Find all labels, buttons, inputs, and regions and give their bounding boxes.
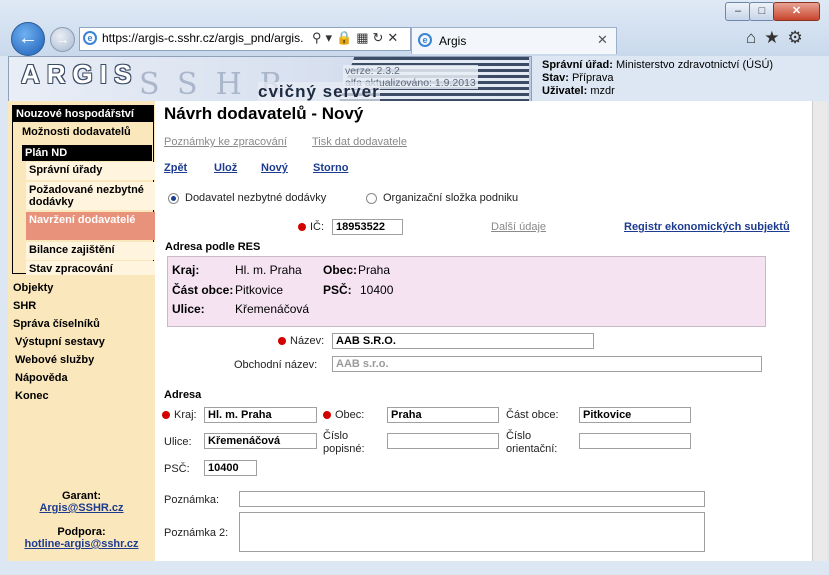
radio-organizacni-label: Organizační složka podniku (383, 192, 519, 204)
required-dot (162, 411, 170, 419)
cast-obce-label: Část obce: (506, 409, 559, 421)
sidebar-item-ciselniky[interactable]: Správa číselníků (13, 318, 100, 330)
sidebar-item-objekty[interactable]: Objekty (13, 282, 53, 294)
note-input[interactable] (239, 491, 705, 507)
save-button[interactable]: Ulož (214, 162, 237, 174)
close-window-button[interactable]: ✕ (773, 2, 820, 21)
res-address-box: Kraj: Hl. m. Praha Obec: Praha Část obce… (167, 256, 766, 327)
browser-chrome: – □ ✕ ← → e https://argis-c.sshr.cz/argi… (0, 0, 829, 56)
obec-input[interactable] (387, 407, 499, 423)
sidebar-item-navrzeni[interactable]: Navržení dodavatelé (26, 212, 155, 240)
sidebar-item-webove-sluzby[interactable]: Webové služby (15, 354, 94, 366)
minimize-button[interactable]: – (725, 2, 751, 21)
server-label: cvičný server (258, 82, 380, 102)
support-block: Podpora: hotline-argis@sshr.cz (8, 526, 155, 550)
sidebar-section-plan-nd[interactable]: Plán ND (22, 145, 152, 161)
ic-label: IČ: (310, 221, 325, 233)
cislo-orientacni-label: Číslo orientační: (506, 430, 558, 455)
sidebar-menu-box: Nouzové hospodářství Možnosti dodavatelů… (12, 105, 155, 275)
ic-input[interactable] (332, 219, 403, 235)
res-cast-value: Pitkovice (235, 283, 284, 297)
main-content: Návrh dodavatelů - Nový Poznámky ke zpra… (155, 101, 812, 561)
required-dot (298, 223, 306, 231)
radio-organizacni-slozka[interactable] (366, 193, 377, 204)
argis-logo: ARGIS (21, 59, 139, 89)
ie-icon: e (418, 33, 432, 47)
support-email-link[interactable]: hotline-argis@sshr.cz (8, 538, 155, 550)
ulice-label: Ulice: (164, 436, 192, 448)
browser-toolbar-icons[interactable]: ⌂★⚙ (746, 28, 811, 48)
sidebar-section-nouzove[interactable]: Nouzové hospodářství (13, 106, 153, 122)
kraj-input[interactable] (204, 407, 317, 423)
radio-dodavatel-label: Dodavatel nezbytné dodávky (185, 192, 327, 204)
back-button[interactable]: Zpět (164, 162, 187, 174)
sidebar: Nouzové hospodářství Možnosti dodavatelů… (8, 101, 155, 561)
res-ulice-value: Křemenáčová (235, 302, 310, 316)
cislo-popisne-label: Číslo popisné: (323, 430, 365, 455)
maximize-button[interactable]: □ (749, 2, 775, 21)
address-bar[interactable]: e https://argis-c.sshr.cz/argis_pnd/argi… (79, 27, 411, 51)
vertical-scrollbar[interactable] (812, 101, 827, 561)
new-button[interactable]: Nový (261, 162, 288, 174)
cancel-button[interactable]: Storno (313, 162, 348, 174)
sidebar-item-bilance[interactable]: Bilance zajištění (26, 242, 155, 260)
sidebar-item-pozadovane[interactable]: Požadované nezbytné dodávky (26, 182, 155, 210)
sidebar-item-sestavy[interactable]: Výstupní sestavy (15, 336, 105, 348)
sidebar-item-shr[interactable]: SHR (13, 300, 36, 312)
sidebar-item-spravni-urady[interactable]: Správní úřady (26, 162, 155, 180)
notes-link[interactable]: Poznámky ke zpracování (164, 136, 287, 148)
star-icon[interactable]: ★ (764, 28, 787, 47)
name-input[interactable] (332, 333, 594, 349)
cast-obce-input[interactable] (579, 407, 691, 423)
registry-link[interactable]: Registr ekonomických subjektů (624, 221, 790, 233)
trade-name-label: Obchodní název: (234, 359, 318, 371)
note-label: Poznámka: (164, 494, 220, 506)
sidebar-item-moznosti[interactable]: Možnosti dodavatelů (22, 126, 131, 138)
note2-textarea[interactable] (239, 512, 705, 552)
address-bar-icons[interactable]: ⚲▾🔒▦↻✕ (312, 30, 402, 46)
psc-input[interactable] (204, 460, 257, 476)
garant-email-link[interactable]: Argis@SSHR.cz (8, 502, 155, 514)
garant-block: Garant: Argis@SSHR.cz (8, 490, 155, 514)
address-title: Adresa (164, 389, 202, 401)
name-label: Název: (290, 335, 325, 347)
ie-icon: e (83, 31, 97, 45)
cislo-orientacni-input[interactable] (579, 433, 691, 449)
forward-arrow-icon[interactable]: → (50, 27, 75, 52)
trade-name-input[interactable] (332, 356, 762, 372)
sidebar-item-napoveda[interactable]: Nápověda (15, 372, 68, 384)
app-banner: SSHR ARGIS verze: 2.3.2 alfa aktualizován… (8, 56, 532, 103)
note2-label: Poznámka 2: (164, 527, 229, 539)
psc-label: PSČ: (164, 463, 190, 475)
home-icon[interactable]: ⌂ (746, 28, 764, 47)
sidebar-item-stav[interactable]: Stav zpracování (26, 261, 155, 275)
user-info: Správní úřad: Ministerstvo zdravotnictví… (542, 59, 774, 97)
close-tab-icon[interactable]: ✕ (597, 32, 608, 48)
res-kraj-value: Hl. m. Praha (235, 263, 302, 277)
browser-tab[interactable]: e Argis ✕ (411, 27, 617, 54)
page-title: Návrh dodavatelů - Nový (164, 104, 364, 123)
url-text[interactable]: https://argis-c.sshr.cz/argis_pnd/argis. (102, 31, 303, 45)
res-address-title: Adresa podle RES (165, 241, 261, 253)
obec-label: Obec: (335, 409, 365, 421)
cislo-popisne-input[interactable] (387, 433, 499, 449)
kraj-label: Kraj: (174, 409, 197, 421)
more-data-link[interactable]: Další údaje (491, 221, 546, 233)
tab-title: Argis (439, 34, 467, 48)
radio-dodavatel[interactable] (168, 193, 179, 204)
ulice-input[interactable] (204, 433, 317, 449)
required-dot (323, 411, 331, 419)
gear-icon[interactable]: ⚙ (788, 28, 811, 47)
print-link[interactable]: Tisk dat dodavatele (312, 136, 407, 148)
res-psc-value: 10400 (360, 283, 394, 297)
sidebar-item-konec[interactable]: Konec (15, 390, 49, 402)
required-dot (278, 337, 286, 345)
back-arrow-icon[interactable]: ← (11, 22, 45, 56)
res-obec-value: Praha (358, 263, 391, 277)
